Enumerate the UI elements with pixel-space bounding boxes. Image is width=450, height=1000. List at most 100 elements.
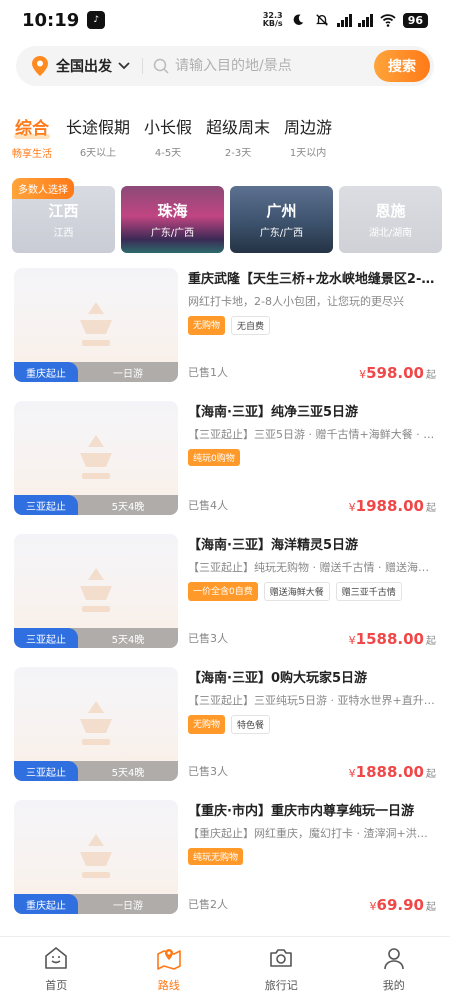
product-thumbnail: 三亚起止 5天4晚 — [14, 401, 178, 515]
nav-label: 路线 — [157, 979, 180, 992]
destination-name: 江西 — [48, 202, 79, 220]
tab-subtitle: 4-5天 — [154, 148, 182, 159]
product-tag: 赠三亚千古情 — [335, 582, 402, 601]
tab-subtitle: 6天以上 — [79, 148, 117, 159]
product-tags: 无购物 特色餐 — [188, 715, 436, 734]
search-divider — [142, 58, 143, 74]
product-thumbnail: 重庆起止 一日游 — [14, 800, 178, 914]
tab-super-weekend[interactable]: 超级周末 2-3天 — [206, 114, 270, 160]
destination-name: 恩施 — [375, 202, 406, 220]
tab-title: 小长假 — [144, 118, 193, 137]
search-icon — [153, 58, 169, 74]
price-value: 1888.00 — [355, 763, 424, 781]
category-tabs: 综合 畅享生活 长途假期 6天以上 小长假 4-5天 超级周末 2-3天 周边游… — [12, 114, 346, 160]
product-tags: 纯玩无购物 — [188, 848, 436, 865]
product-item[interactable]: 三亚起止 5天4晚 【海南·三亚】海洋精灵5日游 【三亚起止】纯玩无购物 · 赠… — [14, 534, 436, 648]
sold-count: 已售3人 — [188, 632, 228, 645]
product-price: ¥598.00 起 — [359, 363, 436, 382]
search-bar: 全国出发 搜索 — [16, 46, 434, 86]
sold-count: 已售2人 — [188, 898, 228, 911]
ship-watermark-icon — [80, 568, 112, 612]
destination-cards: 江西 江西 珠海 广东/广西 广州 广东/广西 恩施 湖北/湖南 — [12, 186, 442, 254]
product-subtitle: 【三亚起止】三亚纯玩5日游 · 亚特水世界+直升机飞... — [188, 694, 436, 707]
product-item[interactable]: 三亚起止 5天4晚 【海南·三亚】0购大玩家5日游 【三亚起止】三亚纯玩5日游 … — [14, 667, 436, 781]
product-subtitle: 【三亚起止】纯玩无购物 · 赠送千古情 · 赠送海鲜大餐 · ... — [188, 561, 436, 574]
product-tag: 赠送海鲜大餐 — [263, 582, 330, 601]
bottom-navigation: 首页 路线 旅行记 我的 — [0, 936, 450, 1000]
product-tag: 一价全含0自费 — [188, 582, 258, 601]
camera-icon — [270, 949, 293, 967]
search-button[interactable]: 搜索 — [374, 50, 430, 82]
product-tag: 无购物 — [188, 715, 226, 734]
tiktok-notification-icon: ♪ — [87, 11, 106, 29]
product-item[interactable]: 三亚起止 5天4晚 【海南·三亚】纯净三亚5日游 【三亚起止】三亚5日游 · 赠… — [14, 401, 436, 515]
product-title: 【海南·三亚】海洋精灵5日游 — [188, 538, 358, 553]
destination-card-zhuhai[interactable]: 珠海 广东/广西 — [121, 186, 224, 253]
popular-choice-badge: 多数人选择 — [12, 178, 74, 199]
tab-comprehensive[interactable]: 综合 畅享生活 — [12, 114, 52, 160]
price-currency: ¥ — [348, 767, 356, 780]
price-currency: ¥ — [369, 900, 377, 913]
product-info: 【海南·三亚】纯净三亚5日游 【三亚起止】三亚5日游 · 赠千古情+海鲜大餐 ·… — [188, 401, 436, 515]
product-thumbnail: 三亚起止 5天4晚 — [14, 667, 178, 781]
price-currency: ¥ — [348, 634, 356, 647]
departure-location[interactable]: 全国出发 — [56, 56, 112, 76]
product-tag: 纯玩无购物 — [188, 848, 244, 865]
wifi-icon — [380, 14, 396, 27]
product-title: 【重庆·市内】重庆市内尊享纯玩一日游 — [188, 804, 414, 819]
chevron-down-icon[interactable] — [118, 62, 130, 70]
destination-card-enshi[interactable]: 恩施 湖北/湖南 — [339, 186, 442, 253]
destination-search-input[interactable] — [175, 58, 365, 74]
origin-badge: 重庆起止 — [14, 362, 78, 382]
status-bar: 10:19 ♪ 32.3 KB/s 96 — [0, 0, 450, 40]
nav-route[interactable]: 路线 — [113, 937, 226, 1000]
network-speed: 32.3 KB/s — [263, 12, 283, 28]
price-value: 1588.00 — [355, 630, 424, 648]
nav-travel-journal[interactable]: 旅行记 — [225, 937, 338, 1000]
tab-nearby[interactable]: 周边游 1天以内 — [284, 114, 332, 160]
product-item[interactable]: 重庆起止 一日游 【重庆·市内】重庆市内尊享纯玩一日游 【重庆起止】网红重庆，魔… — [14, 800, 436, 914]
duration-label: 5天4晚 — [111, 767, 145, 779]
origin-badge: 三亚起止 — [14, 495, 78, 515]
product-tag: 特色餐 — [231, 715, 271, 734]
tab-long-holiday[interactable]: 长途假期 6天以上 — [66, 114, 130, 160]
nav-label: 我的 — [382, 979, 405, 992]
product-tag: 无购物 — [188, 316, 226, 335]
price-suffix: 起 — [426, 636, 436, 647]
tab-short-holiday[interactable]: 小长假 4-5天 — [144, 114, 192, 160]
product-tag: 无自费 — [231, 316, 271, 335]
destination-region: 湖北/湖南 — [368, 228, 413, 239]
tab-subtitle: 1天以内 — [289, 148, 327, 159]
sold-count: 已售4人 — [188, 499, 228, 512]
destination-card-guangzhou[interactable]: 广州 广东/广西 — [230, 186, 333, 253]
tab-title: 周边游 — [284, 118, 333, 137]
destination-region: 广东/广西 — [259, 228, 304, 239]
product-tags: 一价全含0自费 赠送海鲜大餐 赠三亚千古情 — [188, 582, 436, 601]
nav-home[interactable]: 首页 — [0, 937, 113, 1000]
duration-label: 5天4晚 — [111, 501, 145, 513]
origin-badge: 三亚起止 — [14, 761, 78, 781]
duration-label: 一日游 — [113, 900, 143, 912]
sold-count: 已售1人 — [188, 366, 228, 379]
product-price: ¥69.90 起 — [370, 895, 436, 914]
product-item[interactable]: 重庆起止 一日游 重庆武隆【天生三桥+龙水峡地缝景区2-8... 网红打卡地，2… — [14, 268, 436, 382]
product-tags: 无购物 无自费 — [188, 316, 436, 335]
location-pin-icon[interactable] — [32, 56, 48, 76]
product-price: ¥1588.00 起 — [349, 629, 436, 648]
ship-watermark-icon — [80, 302, 112, 346]
nav-profile[interactable]: 我的 — [338, 937, 450, 1000]
signal-1-icon — [336, 13, 352, 27]
destination-region: 广东/广西 — [150, 228, 195, 239]
destination-name: 广州 — [266, 202, 297, 220]
product-info: 重庆武隆【天生三桥+龙水峡地缝景区2-8... 网红打卡地，2-8人小包团，让您… — [188, 268, 436, 382]
duration-label: 5天4晚 — [111, 634, 145, 646]
product-info: 【重庆·市内】重庆市内尊享纯玩一日游 【重庆起止】网红重庆，魔幻打卡 · 渣滓洞… — [188, 800, 436, 914]
duration-label: 一日游 — [113, 368, 143, 380]
product-price: ¥1988.00 起 — [349, 496, 436, 515]
tab-subtitle: 畅享生活 — [12, 149, 52, 160]
nav-label: 旅行记 — [264, 979, 298, 992]
price-suffix: 起 — [426, 370, 436, 381]
origin-badge: 三亚起止 — [14, 628, 78, 648]
ship-watermark-icon — [80, 435, 112, 479]
product-info: 【海南·三亚】海洋精灵5日游 【三亚起止】纯玩无购物 · 赠送千古情 · 赠送海… — [188, 534, 436, 648]
